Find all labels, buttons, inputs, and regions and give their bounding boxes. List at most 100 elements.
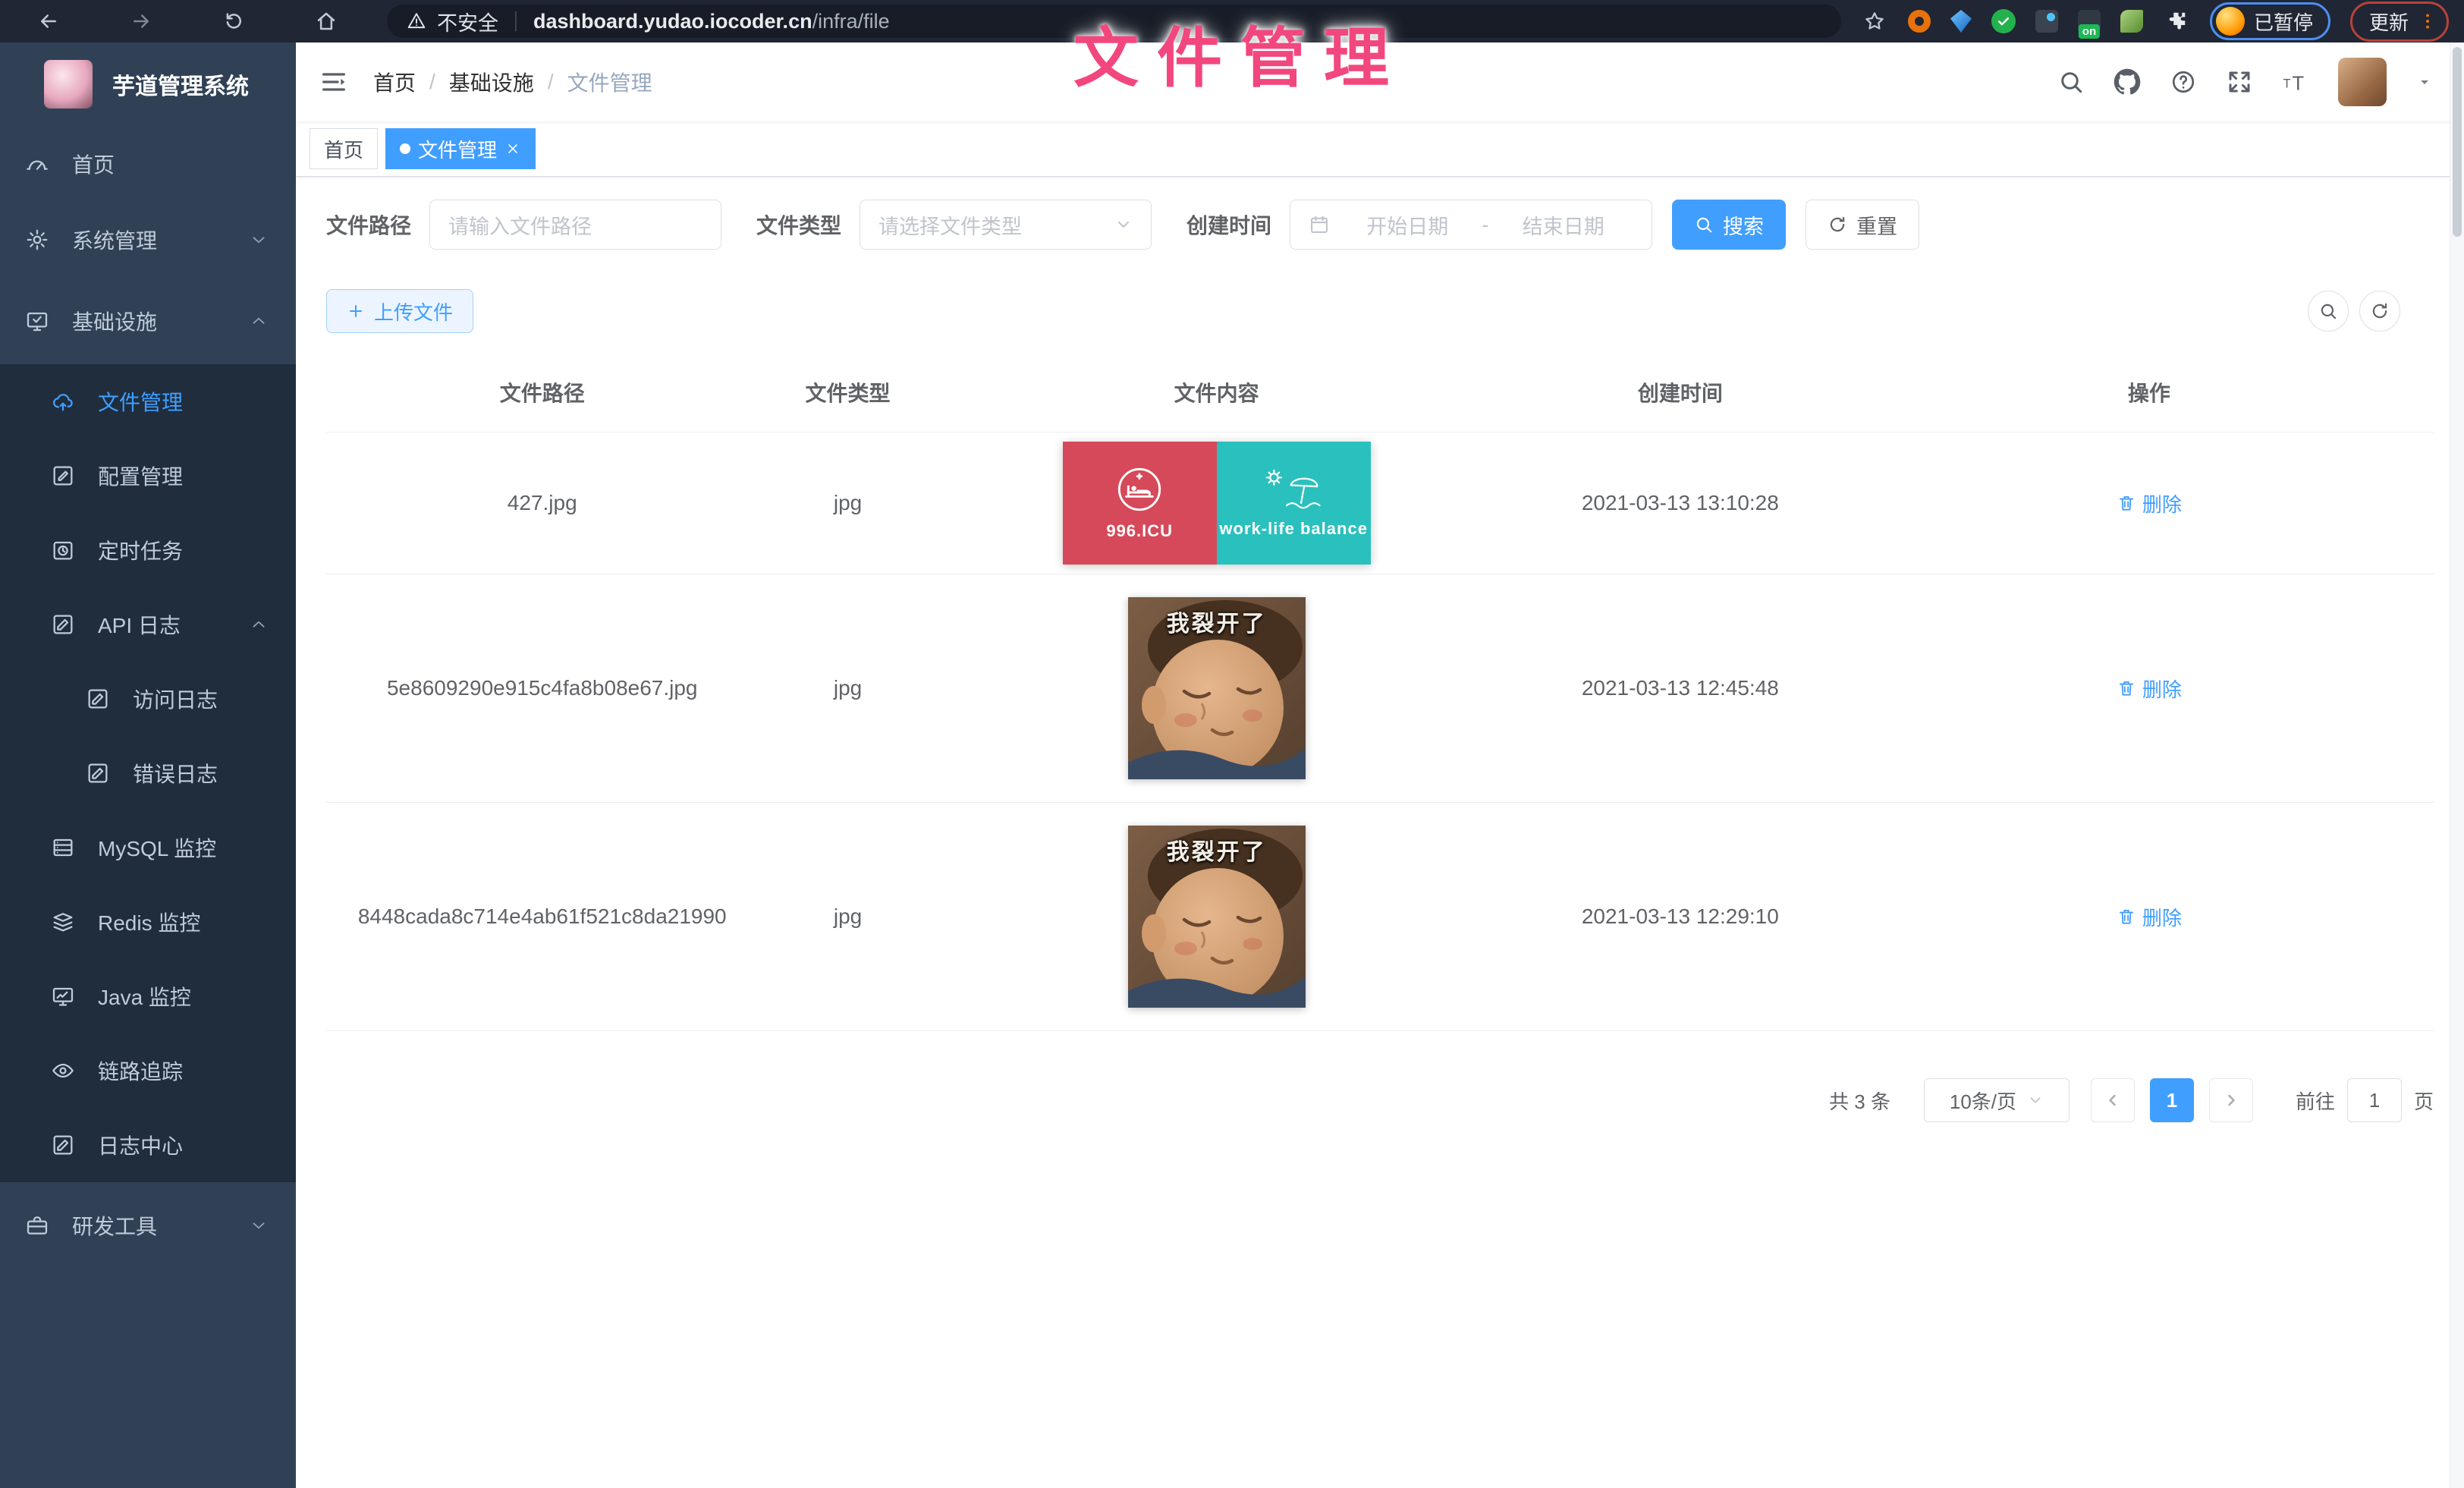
created-time-value: 2021-03-13 13:10:28 — [1582, 491, 1779, 515]
search-button[interactable]: 搜索 — [1672, 200, 1786, 250]
sidebar-item-java-monitor[interactable]: Java 监控 — [0, 959, 296, 1033]
search-button-label: 搜索 — [1723, 210, 1764, 240]
breadcrumb-item-0[interactable]: 首页 — [373, 67, 416, 97]
font-size-icon[interactable]: TT — [2282, 68, 2309, 96]
sidebar-item-mysql-monitor[interactable]: MySQL 监控 — [0, 810, 296, 885]
sidebar-item-infrastructure[interactable]: 基础设施 — [0, 278, 296, 364]
browser-profile-chip[interactable]: 已暂停 — [2210, 2, 2330, 40]
fullscreen-icon[interactable] — [2226, 68, 2253, 96]
update-label: 更新 — [2369, 8, 2409, 36]
file-path-value: 427.jpg — [508, 491, 577, 515]
delete-button[interactable]: 删除 — [2117, 675, 2182, 703]
file-path-input[interactable]: 请输入文件路径 — [429, 200, 721, 250]
hamburger-icon[interactable] — [319, 67, 349, 97]
file-table: 文件路径文件类型文件内容创建时间操作 427.jpg jpg 996.ICU wo… — [326, 353, 2434, 1031]
sidebar-item-error-log[interactable]: 错误日志 — [0, 736, 296, 810]
extensions-puzzle-icon[interactable] — [2163, 8, 2190, 35]
paused-badge: 已暂停 — [2254, 8, 2313, 36]
reset-button[interactable]: 重置 — [1806, 200, 1919, 250]
extension-proxy-icon[interactable]: on — [2078, 10, 2101, 33]
cell-file-type: jpg — [758, 440, 937, 566]
trash-icon — [2117, 493, 2136, 513]
sidebar: 芋道管理系统 首页 系统管理 基础设施 文件管理 配置管理 定时任务 API 日… — [0, 42, 296, 1488]
sidebar-item-home[interactable]: 首页 — [0, 126, 296, 202]
banner-996-right: work-life balance — [1217, 442, 1371, 565]
security-label[interactable]: 不安全 — [437, 7, 498, 36]
page-scrollbar[interactable] — [2450, 42, 2464, 1488]
user-avatar[interactable] — [2338, 58, 2387, 106]
url-path: /infra/file — [812, 10, 890, 33]
tag-0[interactable]: 首页 — [310, 128, 378, 169]
table-header: 文件路径文件类型文件内容创建时间操作 — [326, 353, 2434, 433]
delete-button[interactable]: 删除 — [2117, 489, 2182, 517]
page-number-current[interactable]: 1 — [2150, 1078, 2194, 1122]
bookmark-star-icon[interactable] — [1861, 8, 1888, 35]
github-icon[interactable] — [2114, 68, 2141, 96]
url-text[interactable]: dashboard.yudao.iocoder.cn/infra/file — [533, 10, 890, 33]
sidebar-item-config-management[interactable]: 配置管理 — [0, 439, 296, 513]
file-preview-meme[interactable]: 我裂开了 — [1128, 597, 1306, 779]
goto-page-input[interactable]: 1 — [2347, 1078, 2402, 1122]
close-icon[interactable] — [504, 140, 521, 157]
home-icon[interactable] — [313, 8, 340, 35]
caret-down-icon[interactable] — [2415, 73, 2434, 91]
top-navbar: 首页/基础设施/文件管理 TT — [296, 42, 2464, 121]
extension-metrics-icon[interactable] — [2035, 10, 2058, 33]
trash-icon — [2117, 678, 2136, 698]
forward-icon[interactable] — [127, 8, 155, 35]
reload-icon[interactable] — [220, 8, 247, 35]
end-date-placeholder: 结束日期 — [1494, 210, 1634, 240]
browser-menu-dots-icon[interactable] — [2418, 11, 2437, 31]
search-icon[interactable] — [2057, 68, 2085, 96]
delete-label: 删除 — [2142, 903, 2182, 931]
address-bar[interactable]: 不安全 dashboard.yudao.iocoder.cn/infra/fil… — [387, 5, 1841, 38]
sidebar-item-scheduled-tasks[interactable]: 定时任务 — [0, 513, 296, 587]
breadcrumb-item-1[interactable]: 基础设施 — [449, 67, 534, 97]
security-warning-icon — [407, 11, 426, 31]
prev-page-button[interactable] — [2091, 1078, 2135, 1122]
help-icon[interactable] — [2170, 68, 2197, 96]
range-separator: - — [1482, 213, 1489, 237]
file-type-select[interactable]: 请选择文件类型 — [860, 200, 1152, 250]
sidebar-item-file-management[interactable]: 文件管理 — [0, 364, 296, 439]
delete-button[interactable]: 删除 — [2117, 903, 2182, 931]
app-logo[interactable]: 芋道管理系统 — [0, 42, 296, 126]
breadcrumb: 首页/基础设施/文件管理 — [373, 67, 652, 97]
sidebar-item-redis-monitor[interactable]: Redis 监控 — [0, 885, 296, 959]
app-title: 芋道管理系统 — [112, 68, 249, 101]
banner-996-left: 996.ICU — [1063, 442, 1217, 565]
extension-blue-gem-icon[interactable] — [1950, 10, 1972, 33]
toggle-search-button[interactable] — [2308, 291, 2349, 332]
page-size-select[interactable]: 10条/页 — [1924, 1078, 2070, 1122]
extension-green-check-icon[interactable] — [1991, 9, 2016, 33]
browser-update-button[interactable]: 更新 — [2350, 2, 2449, 42]
sidebar-menu: 首页 系统管理 基础设施 文件管理 配置管理 定时任务 API 日志 访问日志 … — [0, 126, 296, 1488]
tag-active-1[interactable]: 文件管理 — [385, 128, 536, 169]
create-time-range-picker[interactable]: 开始日期 - 结束日期 — [1290, 200, 1652, 250]
toolbox-icon — [25, 1213, 49, 1238]
extension-orange-ring-icon[interactable] — [1908, 10, 1931, 33]
url-domain: dashboard.yudao.iocoder.cn — [533, 10, 812, 33]
page-unit-label: 页 — [2414, 1087, 2434, 1115]
pagination: 共 3 条 10条/页 1 前往 1 页 — [326, 1078, 2434, 1122]
sidebar-item-system-management[interactable]: 系统管理 — [0, 202, 296, 278]
back-icon[interactable] — [35, 8, 62, 35]
cell-created-time: 2021-03-13 12:29:10 — [1496, 854, 1865, 980]
extension-leaf-icon[interactable] — [2120, 10, 2143, 33]
upload-file-button[interactable]: 上传文件 — [326, 289, 473, 333]
page-content: 文件路径 请输入文件路径 文件类型 请选择文件类型 创建时间 开始日期 - 结 — [296, 177, 2464, 1488]
file-preview-meme[interactable]: 我裂开了 — [1128, 826, 1306, 1008]
tag-label: 首页 — [324, 135, 363, 163]
sidebar-item-log-center[interactable]: 日志中心 — [0, 1108, 296, 1182]
file-preview-996-banner[interactable]: 996.ICU work-life balance — [1063, 442, 1371, 565]
sidebar-item-dev-tools[interactable]: 研发工具 — [0, 1182, 296, 1269]
scrollbar-thumb[interactable] — [2453, 47, 2462, 237]
refresh-table-button[interactable] — [2359, 291, 2400, 332]
infra-icon — [25, 309, 49, 333]
sidebar-item-api-log[interactable]: API 日志 — [0, 587, 296, 662]
profile-avatar — [2216, 7, 2245, 36]
sidebar-item-trace[interactable]: 链路追踪 — [0, 1033, 296, 1108]
next-page-button[interactable] — [2209, 1078, 2253, 1122]
cell-created-time: 2021-03-13 12:45:48 — [1496, 625, 1865, 751]
sidebar-item-access-log[interactable]: 访问日志 — [0, 662, 296, 736]
